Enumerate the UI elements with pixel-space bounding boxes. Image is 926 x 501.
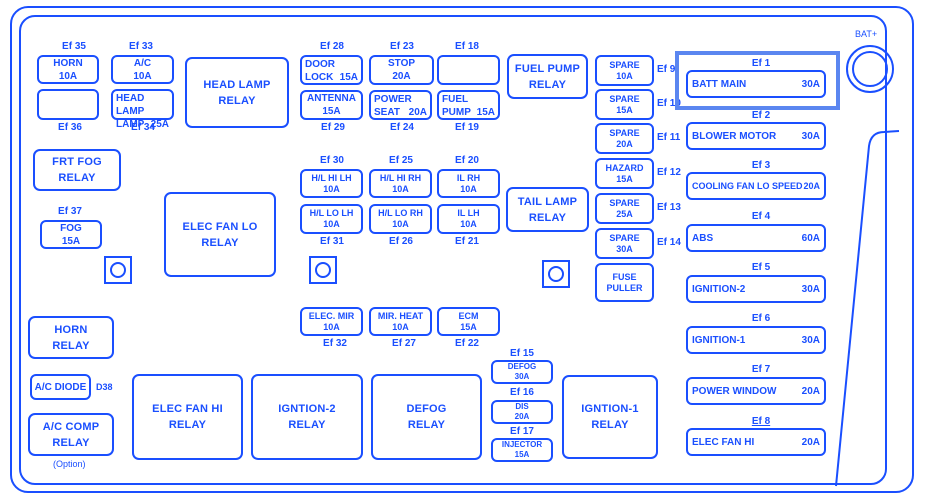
relay-label: RELAY — [52, 339, 90, 352]
fuse-id: Ef 17 — [510, 426, 534, 437]
option-note: (Option) — [53, 459, 86, 469]
relay-name: A/C COMP — [42, 420, 100, 433]
relay-horn[interactable]: HORN RELAY — [28, 316, 114, 359]
fuse-name: DEFOG — [507, 362, 537, 371]
fuse-name: INJECTOR — [501, 440, 543, 449]
relay-ignition-2[interactable]: IGNTION-2 RELAY — [251, 374, 363, 460]
relay-ignition-1[interactable]: IGNTION-1 RELAY — [562, 375, 658, 459]
fuse-name: DIS — [515, 402, 529, 411]
diode-id: D38 — [96, 382, 113, 392]
fuse-id: Ef 15 — [510, 348, 534, 359]
fuse-dis[interactable]: DIS 20A — [491, 400, 553, 424]
relay-label: RELAY — [591, 419, 629, 431]
relay-name: DEFOG — [406, 403, 447, 415]
relay-defog[interactable]: DEFOG RELAY — [371, 374, 482, 460]
relay-label: RELAY — [407, 419, 446, 431]
fuse-id: Ef 16 — [510, 387, 534, 398]
relay-elec-fan-hi[interactable]: ELEC FAN HI RELAY — [132, 374, 243, 460]
diode-ac[interactable]: A/C DIODE — [30, 374, 91, 400]
fuse-rating: 20A — [514, 412, 530, 421]
relay-label: RELAY — [288, 419, 326, 431]
fuse-injector[interactable]: INJECTOR 15A — [491, 438, 553, 462]
fuse-rating: 15A — [514, 450, 530, 459]
relay-name: HORN — [54, 323, 88, 336]
relay-name: IGNTION-2 — [278, 403, 336, 415]
relay-name: IGNTION-1 — [581, 403, 639, 415]
relay-label: RELAY — [168, 419, 207, 431]
relay-name: ELEC FAN HI — [152, 403, 223, 415]
fuse-rating: 30A — [514, 372, 530, 381]
diode-name: A/C DIODE — [34, 381, 87, 393]
relay-label: RELAY — [52, 436, 90, 449]
fuse-defog[interactable]: DEFOG 30A — [491, 360, 553, 384]
relay-ac-comp[interactable]: A/C COMP RELAY — [28, 413, 114, 456]
